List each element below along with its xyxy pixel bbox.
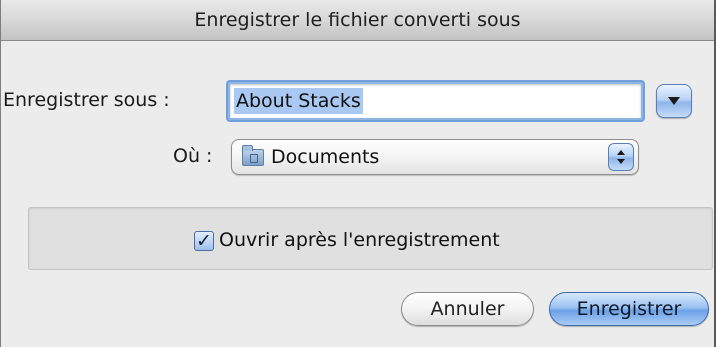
- folder-icon: [242, 144, 264, 166]
- save-button-label: Enregistrer: [576, 298, 682, 320]
- expand-dialog-button[interactable]: [656, 84, 692, 118]
- open-after-save-checkbox[interactable]: ✓: [194, 231, 214, 251]
- save-button[interactable]: Enregistrer: [549, 292, 709, 326]
- dialog-title: Enregistrer le fichier converti sous: [1, 0, 714, 41]
- save-as-label: Enregistrer sous :: [3, 89, 170, 111]
- cancel-button-label: Annuler: [430, 298, 505, 320]
- location-label: Où :: [173, 145, 213, 167]
- location-popup[interactable]: Documents: [231, 139, 639, 175]
- dialog-title-text: Enregistrer le fichier converti sous: [194, 9, 521, 31]
- cancel-button[interactable]: Annuler: [401, 292, 534, 326]
- location-value: Documents: [271, 146, 380, 168]
- open-after-save-label[interactable]: Ouvrir après l'enregistrement: [219, 229, 500, 251]
- updown-arrows-icon: [608, 143, 634, 171]
- save-dialog: Enregistrer le fichier converti sous Enr…: [0, 0, 716, 347]
- filename-input[interactable]: About Stacks: [228, 82, 643, 120]
- disclosure-down-icon: [668, 97, 680, 105]
- checkmark-icon: ✓: [196, 229, 212, 252]
- filename-value[interactable]: About Stacks: [234, 88, 363, 114]
